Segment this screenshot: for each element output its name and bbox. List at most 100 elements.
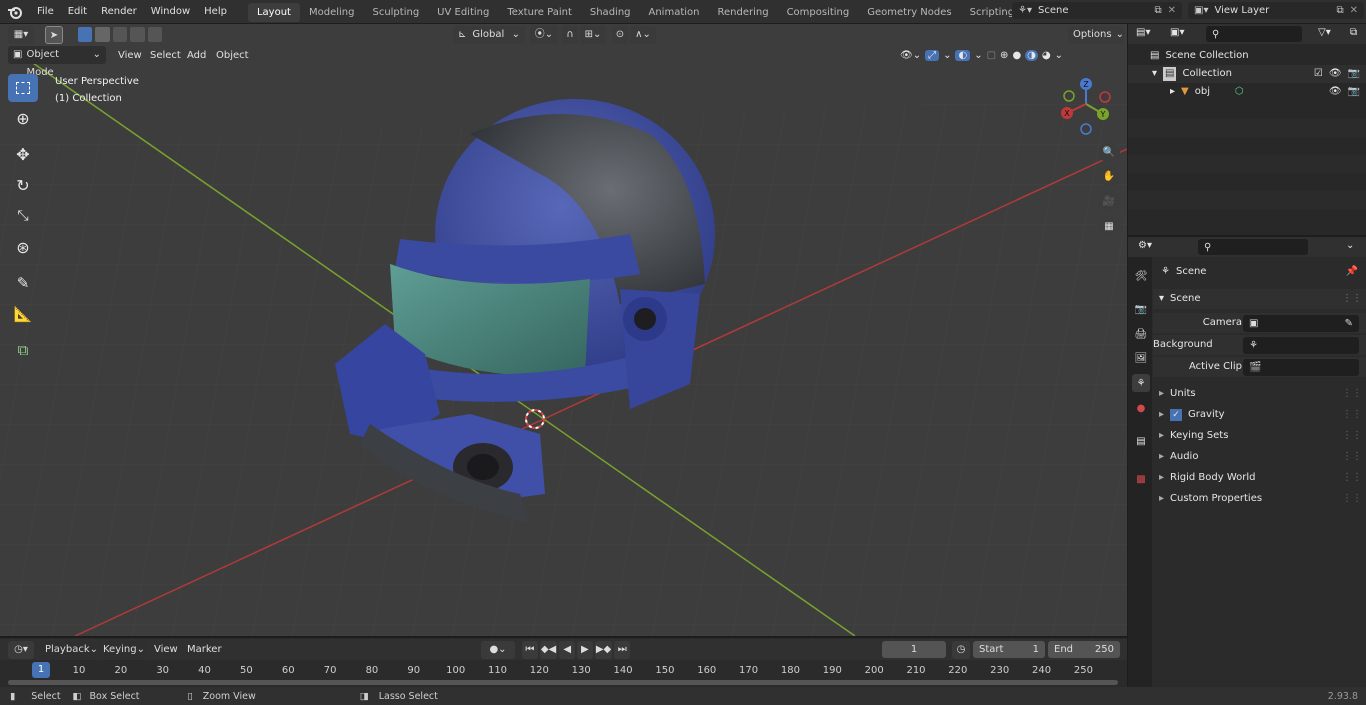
world-settings-icon[interactable]: ● bbox=[1132, 399, 1150, 417]
section-units[interactable]: ▸ Units ⋮⋮ bbox=[1153, 384, 1366, 404]
proportional-edit-toggle[interactable]: ⊙ bbox=[612, 26, 628, 44]
tab-uv-editing[interactable]: UV Editing bbox=[428, 3, 498, 22]
select-extend-icon[interactable] bbox=[95, 27, 110, 42]
camera-icon[interactable]: 📷 bbox=[1348, 65, 1360, 83]
perspective-toggle-icon[interactable]: ▦ bbox=[1098, 216, 1120, 236]
viewport-3d[interactable]: ▦▾ ➤ ⊾ Global ⌄ ⦿⌄ ∩ ⊞⌄ ⊙ ∧⌄ Options ⌄ ▣… bbox=[0, 24, 1127, 636]
section-rigid-body-world[interactable]: ▸ Rigid Body World ⋮⋮ bbox=[1153, 468, 1366, 488]
select-tool-button[interactable]: ➤ bbox=[45, 26, 63, 44]
background-scene-field[interactable]: ⚘ bbox=[1243, 337, 1359, 354]
pin-icon[interactable]: 📌 bbox=[1346, 262, 1358, 282]
start-frame-field[interactable]: Start 1 bbox=[973, 641, 1045, 658]
camera-view-icon[interactable]: 🎥 bbox=[1098, 191, 1120, 211]
move-tool[interactable]: ✥ bbox=[8, 140, 38, 168]
menu-render[interactable]: Render bbox=[94, 0, 144, 23]
view-layer-settings-icon[interactable]: 🖼 bbox=[1132, 349, 1150, 367]
transform-orientation-dropdown[interactable]: ⊾ Global ⌄ bbox=[453, 26, 525, 44]
menu-help[interactable]: Help bbox=[197, 0, 234, 23]
scene-settings-icon[interactable]: ⚘ bbox=[1132, 374, 1150, 392]
visibility-icon[interactable]: 👁⌄ bbox=[900, 50, 921, 61]
gravity-checkbox[interactable]: ✓ bbox=[1170, 409, 1183, 421]
blender-logo-icon[interactable] bbox=[0, 4, 30, 20]
pan-hand-icon[interactable]: ✋ bbox=[1098, 166, 1120, 186]
object-mode-dropdown[interactable]: ▣ Object Mode ⌄ bbox=[8, 46, 106, 78]
options-dropdown[interactable]: Options ⌄ bbox=[1068, 26, 1124, 44]
drag-handle-icon[interactable]: ⋮⋮ bbox=[1342, 468, 1362, 488]
eye-icon[interactable]: 👁 bbox=[1329, 65, 1342, 83]
close-icon[interactable]: ✕ bbox=[1168, 2, 1176, 19]
annotate-tool[interactable]: ✎ bbox=[8, 269, 38, 297]
drag-handle-icon[interactable]: ⋮⋮ bbox=[1342, 426, 1362, 446]
drag-handle-icon[interactable]: ⋮⋮ bbox=[1342, 384, 1362, 404]
zoom-icon[interactable]: 🔍 bbox=[1098, 142, 1120, 162]
section-audio[interactable]: ▸ Audio ⋮⋮ bbox=[1153, 447, 1366, 467]
view-layer-selector[interactable]: ▣▾ View Layer ⧉ ✕ bbox=[1188, 2, 1364, 19]
chevron-down-icon[interactable]: ⌄ bbox=[1055, 50, 1063, 61]
snap-toggle[interactable]: ∩ bbox=[562, 26, 578, 44]
menu-file[interactable]: File bbox=[30, 0, 61, 23]
add-cube-tool[interactable]: ⧉ bbox=[8, 336, 38, 364]
wireframe-shading-icon[interactable]: ⊕ bbox=[1000, 50, 1008, 61]
tab-compositing[interactable]: Compositing bbox=[778, 3, 859, 22]
select-mode-icons[interactable] bbox=[78, 27, 163, 43]
chevron-down-icon[interactable]: ⌄ bbox=[1346, 240, 1354, 251]
gizmo-toggle-icon[interactable]: ⤢ bbox=[925, 49, 940, 61]
collection-settings-icon[interactable]: ▤ bbox=[1132, 432, 1150, 450]
navigation-gizmo[interactable]: Z Y X bbox=[1055, 76, 1120, 141]
checkbox-icon[interactable]: ☑ bbox=[1314, 65, 1323, 83]
output-settings-icon[interactable]: 🖨 bbox=[1132, 325, 1150, 343]
scene-panel-header[interactable]: ▾ Scene ⋮⋮ bbox=[1153, 289, 1366, 309]
properties-search-input[interactable]: ⚲ bbox=[1198, 239, 1308, 255]
drag-handle-icon[interactable]: ⋮⋮ bbox=[1342, 289, 1362, 309]
scale-tool[interactable]: ⤡ bbox=[8, 202, 38, 230]
tab-animation[interactable]: Animation bbox=[640, 3, 709, 22]
auto-keying-toggle[interactable]: ●⌄ bbox=[481, 641, 515, 659]
prev-keyframe-icon[interactable]: ◆◀ bbox=[539, 641, 558, 659]
new-collection-icon[interactable]: ⧉ bbox=[1350, 27, 1357, 38]
falloff-dropdown[interactable]: ∧⌄ bbox=[630, 26, 656, 44]
tool-settings-icon[interactable]: 🛠 bbox=[1132, 267, 1150, 285]
section-gravity[interactable]: ▸ ✓ Gravity ⋮⋮ bbox=[1153, 405, 1366, 425]
select-new-icon[interactable] bbox=[78, 27, 93, 42]
select-invert-icon[interactable] bbox=[130, 27, 145, 42]
tab-modeling[interactable]: Modeling bbox=[300, 3, 364, 22]
eye-icon[interactable]: 👁 bbox=[1329, 83, 1342, 101]
select-intersect-icon[interactable] bbox=[147, 27, 163, 42]
end-frame-field[interactable]: End 250 bbox=[1048, 641, 1120, 658]
scene-selector[interactable]: ⚘▾ Scene ⧉ ✕ bbox=[1012, 2, 1182, 19]
section-custom-properties[interactable]: ▸ Custom Properties ⋮⋮ bbox=[1153, 489, 1366, 509]
play-reverse-icon[interactable]: ◀ bbox=[559, 641, 576, 659]
playhead[interactable]: 1 bbox=[32, 662, 50, 678]
timeline-menu-marker[interactable]: Marker bbox=[180, 638, 229, 661]
select-box-tool[interactable] bbox=[8, 74, 38, 102]
render-settings-icon[interactable]: 📷 bbox=[1132, 300, 1150, 318]
active-clip-field[interactable]: 🎬 bbox=[1243, 359, 1359, 376]
chevron-right-icon[interactable]: ▸ bbox=[1170, 83, 1175, 101]
section-keying-sets[interactable]: ▸ Keying Sets ⋮⋮ bbox=[1153, 426, 1366, 446]
measure-tool[interactable]: 📐 bbox=[8, 300, 38, 328]
viewport-canvas[interactable] bbox=[0, 24, 1127, 636]
tab-layout[interactable]: Layout bbox=[247, 2, 300, 22]
transform-tool[interactable]: ⊛ bbox=[8, 233, 38, 261]
drag-handle-icon[interactable]: ⋮⋮ bbox=[1342, 489, 1362, 509]
timeline-editor-type[interactable]: ◷▾ bbox=[8, 641, 34, 659]
texture-settings-icon[interactable]: ▩ bbox=[1132, 470, 1150, 488]
material-shading-icon[interactable]: ◑ bbox=[1025, 49, 1038, 61]
jump-start-icon[interactable]: ⏮ bbox=[522, 641, 538, 659]
cursor-tool[interactable]: ⊕ bbox=[8, 104, 38, 132]
menu-window[interactable]: Window bbox=[144, 0, 197, 23]
tab-geometry-nodes[interactable]: Geometry Nodes bbox=[858, 3, 960, 22]
copy-icon[interactable]: ⧉ bbox=[1154, 2, 1161, 19]
filter-icon[interactable]: ▽▾ bbox=[1318, 27, 1331, 38]
tab-texture-paint[interactable]: Texture Paint bbox=[498, 3, 581, 22]
timeline-scrollbar[interactable] bbox=[8, 680, 1118, 685]
camera-field[interactable]: ▣ ✎ bbox=[1243, 315, 1359, 332]
menu-edit[interactable]: Edit bbox=[61, 0, 94, 23]
play-icon[interactable]: ▶ bbox=[577, 641, 593, 659]
select-subtract-icon[interactable] bbox=[112, 27, 128, 42]
drag-handle-icon[interactable]: ⋮⋮ bbox=[1342, 405, 1362, 425]
menu-object[interactable]: Object bbox=[209, 44, 256, 67]
next-keyframe-icon[interactable]: ▶◆ bbox=[594, 641, 613, 659]
keying-dropdown[interactable]: Keying ⌄ bbox=[98, 641, 146, 659]
close-icon[interactable]: ✕ bbox=[1350, 2, 1358, 19]
